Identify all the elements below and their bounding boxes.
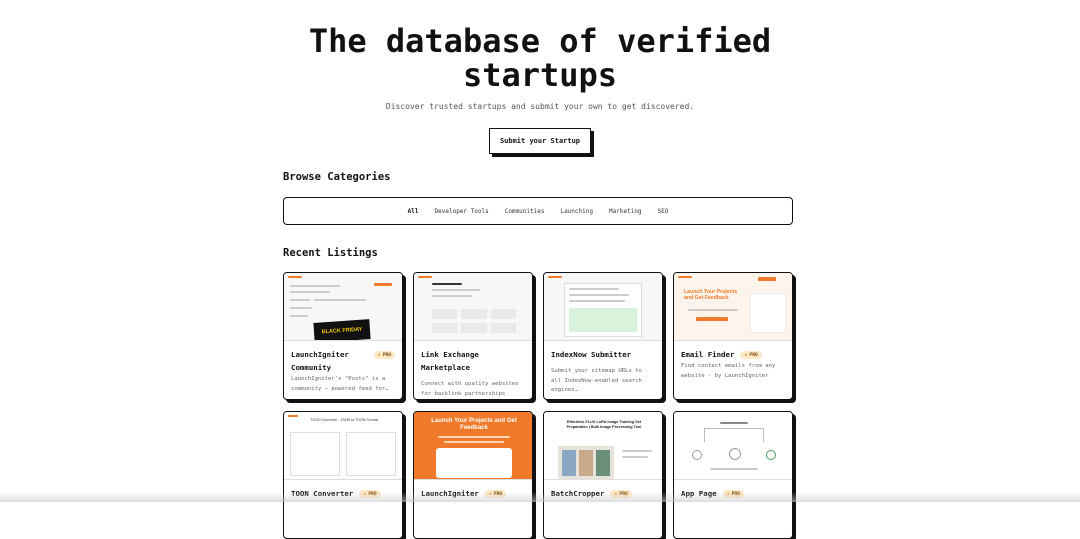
listing-thumbnail: BLACK FRIDAY xyxy=(284,273,402,341)
category-filter-bar: All Developer Tools Communities Launchin… xyxy=(283,197,793,225)
star-icon: ★ xyxy=(744,352,747,358)
category-marketing[interactable]: Marketing xyxy=(609,208,642,215)
listing-description: LaunchIgniter's "Posts" is a community —… xyxy=(291,375,395,394)
listing-card-launchigniter-community[interactable]: BLACK FRIDAY LaunchIgniter Community ★PR… xyxy=(283,272,403,400)
listing-description: Find contact emails from any website - b… xyxy=(681,362,785,381)
page-title: The database of verified startups xyxy=(280,24,800,92)
pro-badge: ★PRO xyxy=(374,351,395,359)
listing-thumbnail: Effortless FLUX LoRA Image Training Set … xyxy=(544,412,662,480)
browse-categories-section: Browse Categories xyxy=(283,171,793,183)
listing-card-toon-converter[interactable]: TOON Converter - JSON to TOON Format TOO… xyxy=(283,411,403,539)
page-subtitle: Discover trusted startups and submit you… xyxy=(0,102,1080,111)
listing-thumbnail: Launch Your Projects and Get Feedback xyxy=(414,412,532,480)
pro-badge: ★PRO xyxy=(740,351,761,359)
bottom-scroll-shadow xyxy=(0,492,1080,502)
thumbnail-headline: Launch Your Projects and Get Feedback xyxy=(424,418,524,432)
listing-thumbnail xyxy=(544,273,662,341)
listing-card-link-exchange-marketplace[interactable]: Link Exchange Marketplace Connect with q… xyxy=(413,272,533,400)
listing-card-launchigniter[interactable]: Launch Your Projects and Get Feedback La… xyxy=(413,411,533,539)
listing-description: Connect with quality websites for backli… xyxy=(421,380,525,399)
submit-startup-button[interactable]: Submit your Startup xyxy=(489,128,591,154)
listing-thumbnail: Launch Your Projects and Get Feedback xyxy=(674,273,792,341)
category-communities[interactable]: Communities xyxy=(505,208,545,215)
recent-listings-section: Recent Listings xyxy=(283,247,793,259)
listing-title: LaunchIgniter Community xyxy=(291,348,368,374)
listing-card-batchcropper[interactable]: Effortless FLUX LoRA Image Training Set … xyxy=(543,411,663,539)
star-icon: ★ xyxy=(378,352,381,358)
category-launching[interactable]: Launching xyxy=(560,208,593,215)
category-all[interactable]: All xyxy=(408,208,419,215)
listing-thumbnail xyxy=(674,412,792,480)
browse-categories-heading: Browse Categories xyxy=(283,171,793,183)
category-seo[interactable]: SEO xyxy=(657,208,668,215)
listing-card-indexnow-submitter[interactable]: IndexNow Submitter Submit your sitemap U… xyxy=(543,272,663,400)
category-developer-tools[interactable]: Developer Tools xyxy=(435,208,489,215)
thumbnail-headline: TOON Converter - JSON to TOON Format xyxy=(304,418,384,422)
listing-card-app-page[interactable]: App Page ★PRO xyxy=(673,411,793,539)
black-friday-banner: BLACK FRIDAY xyxy=(313,319,370,341)
listing-thumbnail: TOON Converter - JSON to TOON Format xyxy=(284,412,402,480)
listing-title: Link Exchange Marketplace xyxy=(421,348,525,374)
thumbnail-headline: Launch Your Projects and Get Feedback xyxy=(684,289,744,301)
thumbnail-headline: Effortless FLUX LoRA Image Training Set … xyxy=(560,420,648,430)
listing-thumbnail xyxy=(414,273,532,341)
listing-title: Email Finder xyxy=(681,348,734,361)
listing-description: Submit your sitemap URLs to all IndexNow… xyxy=(551,367,655,396)
listing-title: IndexNow Submitter xyxy=(551,348,631,361)
recent-listings-heading: Recent Listings xyxy=(283,247,793,259)
hero: The database of verified startups Discov… xyxy=(0,0,1080,154)
listing-card-email-finder[interactable]: Launch Your Projects and Get Feedback Em… xyxy=(673,272,793,400)
